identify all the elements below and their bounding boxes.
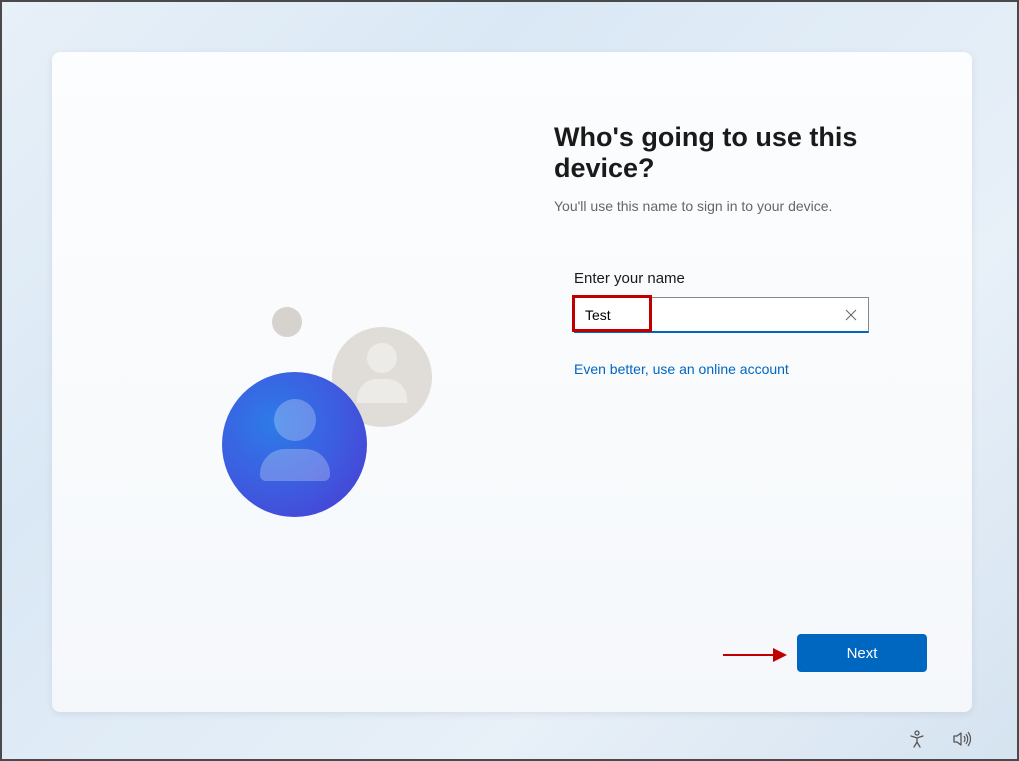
clear-input-button[interactable] (841, 305, 861, 325)
avatar-primary-icon (222, 372, 367, 517)
name-input[interactable] (574, 297, 869, 333)
avatar-dot-icon (272, 307, 302, 337)
next-button[interactable]: Next (797, 634, 927, 672)
name-form-group: Enter your name Even better, use an onli… (574, 270, 907, 379)
illustration-panel (52, 52, 542, 712)
page-title: Who's going to use this device? (554, 122, 907, 184)
annotation-arrow (723, 648, 787, 662)
volume-button[interactable] (952, 729, 972, 749)
system-tray (907, 729, 972, 749)
online-account-link[interactable]: Even better, use an online account (574, 361, 789, 377)
name-input-wrapper (574, 297, 869, 333)
close-icon (845, 309, 857, 321)
page-subtitle: You'll use this name to sign in to your … (554, 198, 907, 214)
accessibility-icon (908, 730, 926, 748)
form-panel: Who's going to use this device? You'll u… (542, 52, 972, 712)
setup-card: Who's going to use this device? You'll u… (52, 52, 972, 712)
user-avatars-illustration (172, 277, 432, 537)
volume-icon (952, 730, 972, 748)
name-label: Enter your name (574, 270, 907, 287)
accessibility-button[interactable] (907, 729, 927, 749)
